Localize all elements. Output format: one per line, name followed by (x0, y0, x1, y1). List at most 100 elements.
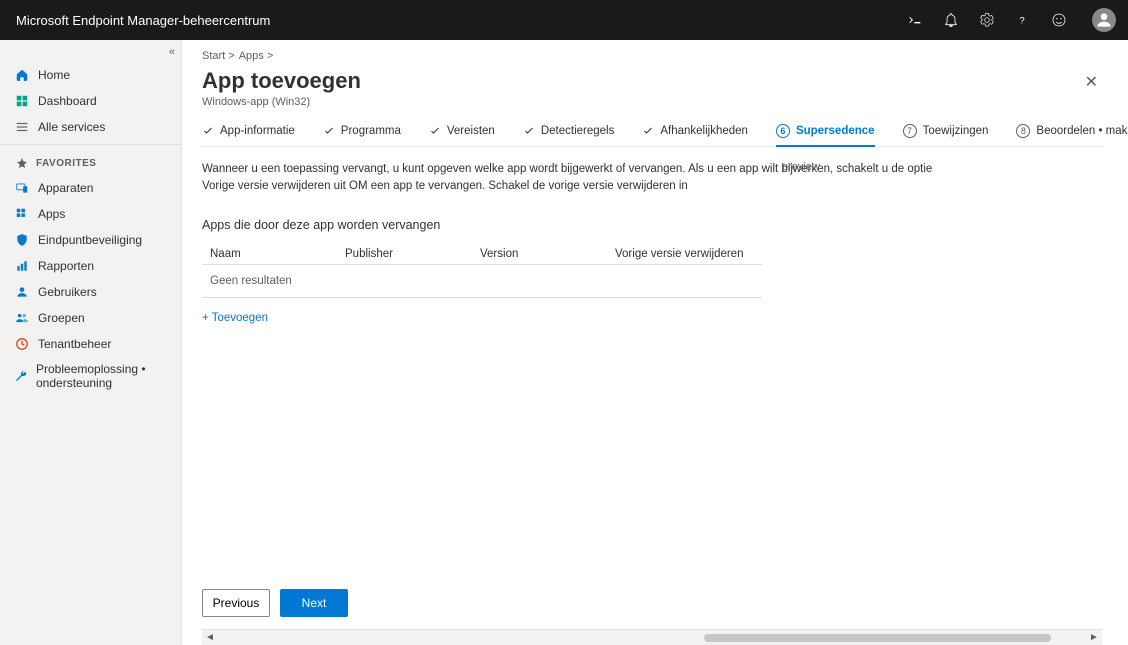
sidebar-item-label: Groepen (38, 311, 85, 325)
tab-label: Supersedence (796, 125, 875, 137)
col-publisher: Publisher (345, 248, 480, 260)
supersede-section-title: Apps die door deze app worden vervangen (202, 218, 1102, 232)
sidebar-separator (0, 144, 181, 145)
sidebar-item-home[interactable]: Home (0, 62, 181, 88)
wizard-tabs: App-informatie Programma Vereisten Detec… (202, 124, 1102, 147)
supersede-table: Naam Publisher Version Vorige versie ver… (202, 244, 762, 298)
sidebar-item-devices[interactable]: Apparaten (0, 175, 181, 201)
main-panel: Start > Apps > App toevoegen Windows-app… (182, 40, 1128, 645)
sidebar-item-users[interactable]: Gebruikers (0, 279, 181, 305)
sidebar-item-label: Home (38, 68, 70, 82)
tab-label: Programma (341, 125, 401, 137)
sidebar-collapse[interactable]: « (169, 46, 175, 58)
sidebar-item-label: Gebruikers (38, 285, 97, 299)
sidebar-item-label: Apps (38, 207, 65, 221)
horizontal-scrollbar[interactable]: ◄ ► (202, 629, 1102, 645)
scroll-right-icon[interactable]: ► (1086, 632, 1102, 643)
sidebar-item-troubleshoot[interactable]: Probleemoplossing • ondersteuning (0, 357, 181, 395)
breadcrumb-apps[interactable]: Apps > (239, 50, 274, 62)
groups-icon (14, 310, 30, 326)
tenant-icon (14, 336, 30, 352)
sidebar-item-groups[interactable]: Groepen (0, 305, 181, 331)
tab-detection[interactable]: Detectieregels (523, 124, 615, 146)
sidebar-item-endpoint-security[interactable]: Eindpuntbeveiliging (0, 227, 181, 253)
table-row-empty: Geen resultaten (202, 265, 762, 298)
check-icon (642, 125, 654, 137)
help-icon[interactable]: ? (1014, 11, 1032, 29)
sidebar-item-reports[interactable]: Rapporten (0, 253, 181, 279)
tab-label: App-informatie (220, 125, 295, 137)
sidebar-item-label: Tenantbeheer (38, 337, 111, 351)
svg-text:?: ? (1020, 16, 1025, 26)
sidebar-item-dashboard[interactable]: Dashboard (0, 88, 181, 114)
all-services-icon (14, 119, 30, 135)
scroll-left-icon[interactable]: ◄ (202, 632, 218, 643)
breadcrumb-start[interactable]: Start > (202, 50, 235, 62)
breadcrumb: Start > Apps > (202, 50, 1102, 62)
tab-label: Vereisten (447, 125, 495, 137)
wrench-icon (14, 368, 28, 384)
wizard-footer: Previous Next (202, 577, 1102, 629)
star-icon (14, 155, 30, 171)
col-delete-prev: Vorige versie verwijderen (615, 248, 754, 260)
tab-dependencies[interactable]: Afhankelijkheden (642, 124, 748, 146)
sidebar-item-label: Rapporten (38, 259, 94, 273)
supersedence-description: Wanneer u een toepassing vervangt, u kun… (202, 161, 962, 196)
check-icon (202, 125, 214, 137)
home-icon (14, 67, 30, 83)
preview-tag: preview (782, 161, 820, 173)
page-title: App toevoegen (202, 68, 361, 94)
avatar[interactable] (1092, 8, 1116, 32)
check-icon (323, 125, 335, 137)
previous-button[interactable]: Previous (202, 589, 270, 617)
tab-review[interactable]: 8 Beoordelen • maken (1016, 124, 1128, 146)
sidebar-item-label: Alle services (38, 120, 105, 134)
step-number: 6 (776, 124, 790, 138)
tab-program[interactable]: Programma (323, 124, 401, 146)
user-icon (14, 284, 30, 300)
check-icon (523, 125, 535, 137)
topbar-actions: ? (906, 8, 1116, 32)
sidebar-item-apps[interactable]: Apps (0, 201, 181, 227)
tab-label: Afhankelijkheden (660, 125, 748, 137)
sidebar-item-label: Dashboard (38, 94, 97, 108)
settings-icon[interactable] (978, 11, 996, 29)
notifications-icon[interactable] (942, 11, 960, 29)
tab-label: Toewijzingen (923, 125, 989, 137)
devices-icon (14, 180, 30, 196)
apps-icon (14, 206, 30, 222)
tab-requirements[interactable]: Vereisten (429, 124, 495, 146)
shield-icon (14, 232, 30, 248)
dashboard-icon (14, 93, 30, 109)
reports-icon (14, 258, 30, 274)
step-number: 7 (903, 124, 917, 138)
page-subtitle: Windows-app (Win32) (202, 96, 361, 108)
tab-supersedence[interactable]: 6 Supersedence (776, 124, 875, 146)
topbar: Microsoft Endpoint Manager-beheercentrum… (0, 0, 1128, 40)
check-icon (429, 125, 441, 137)
tab-app-info[interactable]: App-informatie (202, 124, 295, 146)
sidebar-item-label: Apparaten (38, 181, 93, 195)
col-version: Version (480, 248, 615, 260)
cloud-shell-icon[interactable] (906, 11, 924, 29)
app-title: Microsoft Endpoint Manager-beheercentrum (16, 13, 270, 28)
table-header: Naam Publisher Version Vorige versie ver… (202, 244, 762, 265)
sidebar-item-tenant-admin[interactable]: Tenantbeheer (0, 331, 181, 357)
next-button[interactable]: Next (280, 589, 348, 617)
col-name: Naam (210, 248, 345, 260)
tab-label: Detectieregels (541, 125, 615, 137)
tab-assignments[interactable]: 7 Toewijzingen (903, 124, 989, 146)
scroll-track[interactable] (218, 632, 1086, 644)
sidebar-item-label: Eindpuntbeveiliging (38, 233, 142, 247)
sidebar-item-label: Probleemoplossing • ondersteuning (36, 362, 171, 390)
scroll-thumb[interactable] (704, 634, 1051, 642)
tab-label: Beoordelen • maken (1036, 125, 1128, 137)
add-supersede-link[interactable]: + Toevoegen (202, 312, 1102, 324)
sidebar-item-all-services[interactable]: Alle services (0, 114, 181, 140)
feedback-icon[interactable] (1050, 11, 1068, 29)
sidebar: « Home Dashboard Alle services FAVORITES (0, 40, 182, 645)
sidebar-favorites-label: FAVORITES (36, 158, 96, 169)
step-number: 8 (1016, 124, 1030, 138)
close-button[interactable]: ✕ (1081, 68, 1102, 96)
sidebar-favorites-header: FAVORITES (0, 149, 181, 175)
